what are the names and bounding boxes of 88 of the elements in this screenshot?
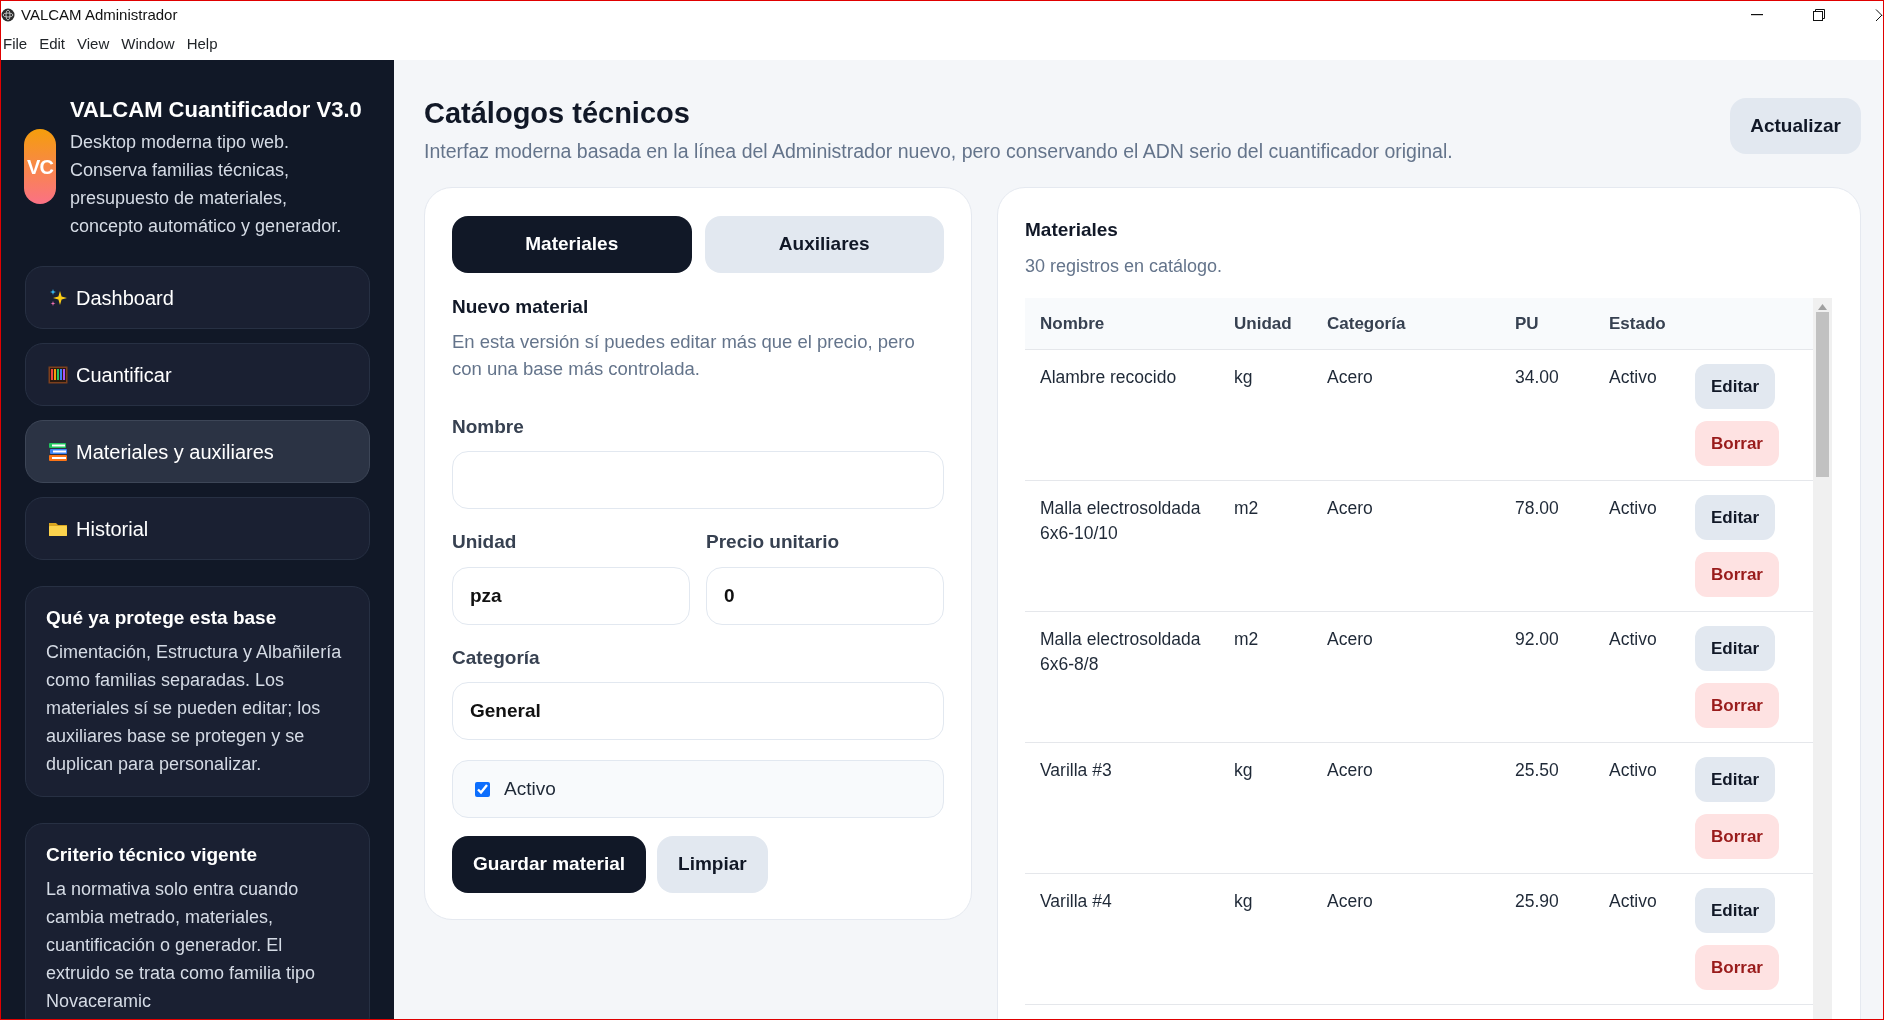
nav-item[interactable]: Historial [25,497,370,560]
table-cell: Activo [1594,349,1680,481]
scrollbar[interactable] [1813,297,1832,1019]
edit-button[interactable]: Editar [1695,495,1776,541]
table-cell: 34.00 [1500,349,1594,481]
delete-button[interactable]: Borrar [1695,945,1779,991]
app-icon [1,8,15,22]
checkbox[interactable] [475,781,490,797]
table-title: Materiales [1025,218,1119,243]
page-subtitle: Interfaz moderna basada en la línea del Administrador nuevo, pero conservando el ADN serio del cuantificador original. [424,138,1453,164]
nav-item[interactable]: Cuantificar [25,343,370,406]
table-cell: Activo [1594,873,1680,1005]
table-cell: Activo [1594,742,1680,874]
checkbox-label: Activo [504,776,556,801]
minimize-icon[interactable] [1751,14,1763,16]
input-field[interactable]: General [452,682,944,741]
table-cell: 92.00 [1500,611,1594,743]
field-label: Categoría [452,645,540,670]
table-cell: m2 [1219,480,1312,612]
app-logo: VC [24,129,56,204]
books-icon [48,441,68,462]
table-cell: Varilla #3 [1025,742,1219,874]
info-card-text: Cimentación, Estructura y Albañilería como familias separadas. Los materiales sí se pueden editar; los auxiliares base se protegen y se duplican para personalizar. [46,640,343,776]
input-field[interactable] [452,451,944,510]
menu-item[interactable]: Window [119,33,183,56]
form-title: Nuevo material [452,295,590,320]
column-header: Categoría [1312,297,1500,350]
clear-button[interactable]: Limpiar [657,836,768,894]
nav-item[interactable]: Materiales y auxiliares [25,420,370,483]
folder-icon [48,520,68,537]
edit-button[interactable]: Editar [1695,364,1776,410]
form-description: En esta versión sí puedes editar más que el precio, pero con una base más controlada. [452,329,916,381]
checkbox-row[interactable]: Activo [452,760,944,819]
table-cell: Malla electrosoldada 6x6-8/8 [1025,611,1219,743]
table-cell: Alambre recocido [1025,349,1219,481]
delete-button[interactable]: Borrar [1695,683,1779,729]
tab[interactable]: Auxiliares [704,216,944,274]
input-field[interactable]: pza [452,566,690,625]
edit-button[interactable]: Editar [1695,757,1776,803]
table-cell: Acero [1312,349,1500,481]
table-cell: 25.50 [1500,742,1594,874]
app-title: VALCAM Cuantificador V3.0 [70,96,362,124]
scrollbar-thumb[interactable] [1816,311,1829,477]
delete-button[interactable]: Borrar [1695,814,1779,860]
abacus-icon [48,365,68,384]
close-icon[interactable] [1875,9,1883,21]
field-label: Nombre [452,414,524,439]
column-header: Unidad [1219,297,1312,350]
restore-icon[interactable] [1813,9,1825,21]
field-label: Unidad [452,530,517,555]
tab[interactable]: Materiales [452,216,692,274]
menu-item[interactable]: View [75,33,118,56]
save-button[interactable]: Guardar material [452,836,647,894]
table-cell: Varilla #4 [1025,873,1219,1005]
table-cell: 25.90 [1500,873,1594,1005]
nav-item[interactable]: Dashboard [25,266,370,329]
field-label: Precio unitario [706,530,840,555]
menu-item[interactable]: File [1,33,36,56]
page-title: Catálogos técnicos [424,96,691,131]
table-cell: Malla electrosoldada 6x6-10/10 [1025,480,1219,612]
refresh-button[interactable]: Actualizar [1730,98,1861,154]
table-cell: kg [1219,742,1312,874]
column-header: PU [1500,297,1594,350]
table-cell: kg [1219,873,1312,1005]
edit-button[interactable]: Editar [1695,888,1776,934]
table-cell: Acero [1312,480,1500,612]
app-description: Desktop moderna tipo web. Conserva familias técnicas, presupuesto de materiales, concepto automático y generador. [70,131,343,238]
delete-button[interactable]: Borrar [1695,421,1779,467]
table-cell: Acero [1312,611,1500,743]
table-cell: m2 [1219,611,1312,743]
table-cell: Activo [1594,480,1680,612]
table-cell: Acero [1312,873,1500,1005]
table-cell: kg [1219,349,1312,481]
delete-button[interactable]: Borrar [1695,552,1779,598]
info-card-title: Qué ya protege esta base [46,607,278,630]
edit-button[interactable]: Editar [1695,626,1776,672]
column-header: Estado [1594,297,1680,350]
info-card-text: La normativa solo entra cuando cambia metrado, materiales, cuantificación o generador. El extruido se trata como familia tipo Novaceramic [46,877,317,1013]
input-field[interactable]: 0 [706,566,944,625]
column-header: Nombre [1025,297,1219,350]
table-cell: 78.00 [1500,480,1594,612]
info-card-title: Criterio técnico vigente [46,843,259,867]
window-title: VALCAM Administrador [21,4,178,25]
menu-item[interactable]: Help [184,33,226,56]
table-cell: Acero [1312,742,1500,874]
menu-item[interactable]: Edit [37,33,74,56]
table-cell: Activo [1594,611,1680,743]
table-subtitle: 30 registros en catálogo. [1025,254,1224,278]
